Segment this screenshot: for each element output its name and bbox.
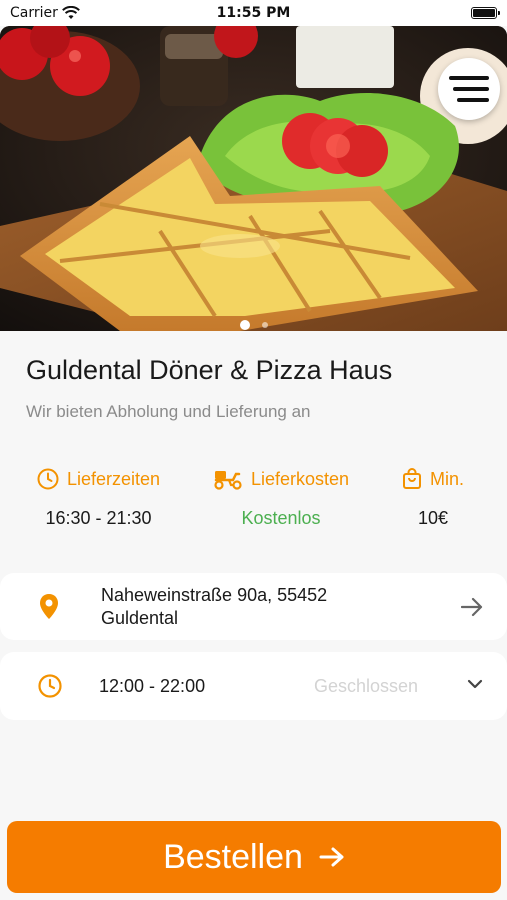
battery-icon (471, 7, 500, 19)
arrow-right-icon (319, 847, 344, 867)
carousel-dot-2[interactable] (261, 322, 268, 328)
delivery-times-label: Lieferzeiten (67, 468, 161, 489)
clock-time: 11:55 PM (216, 5, 291, 21)
restaurant-name: Guldental Döner & Pizza Haus (26, 355, 393, 385)
address-line-1: Naheweinstraße 90a, 55452 (101, 585, 328, 605)
hamburger-menu-icon (449, 76, 489, 102)
hero-carousel[interactable] (0, 26, 507, 331)
arrow-right-icon[interactable] (461, 597, 483, 617)
clock-icon (37, 468, 59, 490)
shopping-bag-icon (403, 468, 421, 489)
restaurant-tagline: Wir bieten Abholung und Lieferung an (26, 402, 311, 421)
delivery-cost-info: Lieferkosten Kostenlos (213, 468, 349, 529)
delivery-times-value: 16:30 - 21:30 (45, 508, 152, 528)
address-card[interactable]: Naheweinstraße 90a, 55452 Guldental (0, 573, 507, 640)
carousel-dot-1[interactable] (239, 320, 250, 330)
minimum-order-label: Min. (430, 468, 465, 489)
clock-icon (38, 674, 62, 698)
chevron-down-icon[interactable] (467, 679, 483, 689)
minimum-order-value: 10€ (417, 508, 449, 528)
delivery-times-info: Lieferzeiten 16:30 - 21:30 (37, 468, 160, 529)
address-line-2: Guldental (101, 608, 179, 628)
location-pin-icon (40, 594, 58, 619)
minimum-order-info: Min. 10€ (402, 468, 464, 529)
order-button-label: Bestellen (163, 837, 303, 876)
opening-hours-card[interactable]: 12:00 - 22:00 Geschlossen (0, 652, 507, 720)
menu-button[interactable] (438, 58, 500, 120)
delivery-cost-value: Kostenlos (241, 508, 321, 528)
pizza-photo (0, 26, 507, 331)
delivery-cost-label: Lieferkosten (251, 468, 350, 489)
open-status: Geschlossen (314, 676, 419, 696)
scooter-icon (214, 471, 242, 490)
order-button[interactable]: Bestellen (7, 821, 501, 893)
opening-hours-range: 12:00 - 22:00 (99, 676, 206, 696)
status-bar: Carrier 11:55 PM (0, 0, 507, 26)
address-text: Naheweinstraße 90a, 55452 Guldental (101, 584, 327, 630)
carousel-indicator (0, 320, 507, 330)
